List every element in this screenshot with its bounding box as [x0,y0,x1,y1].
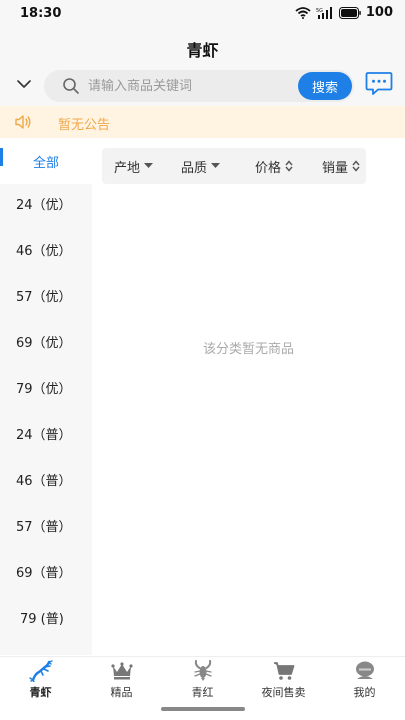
user-icon [355,661,374,679]
category-item[interactable]: 69（优） [0,318,92,364]
speaker-icon [15,115,31,129]
category-item[interactable]: 57（优） [0,272,92,318]
filter-bar: 产地 品质 价格 销量 [102,148,366,184]
filter-origin[interactable]: 产地 [114,148,154,184]
category-label: 79 (普) [20,611,64,627]
search-icon [63,78,79,94]
category-label: 57（普） [16,519,72,535]
filter-quality[interactable]: 品质 [181,148,221,184]
page-title: 青虾 [186,41,219,60]
search-box: 搜索 [44,70,354,102]
category-item[interactable]: 46（优） [0,226,92,272]
filter-label: 产地 [114,160,141,176]
filter-label: 销量 [322,160,349,176]
search-input[interactable] [88,70,288,102]
battery-level: 100 [365,5,393,20]
lobster-icon [28,660,53,682]
message-icon[interactable] [365,71,393,97]
battery-icon [338,6,361,19]
search-button[interactable]: 搜索 [298,72,352,100]
active-indicator [0,148,3,166]
status-icons: 5G 100 [295,5,393,20]
category-label: 24（优） [16,197,72,213]
category-label: 46（普） [16,473,72,489]
category-label: 69（优） [16,335,72,351]
tab-shrimp[interactable]: 青虾 [0,657,81,701]
filter-price[interactable]: 价格 [255,148,293,184]
category-label: 全部 [32,155,59,171]
category-item[interactable]: 79 (普) [0,594,92,640]
caret-down-icon [144,163,154,168]
status-time: 18:30 [20,6,62,21]
chevron-down-icon[interactable] [15,75,33,93]
tab-label: 青虾 [29,686,52,699]
empty-state-text: 该分类暂无商品 [202,342,294,357]
category-label: 24（普） [16,427,72,443]
cart-icon [273,662,294,680]
tab-label: 我的 [353,686,376,699]
sort-icon [285,160,293,172]
notice-bar: 暂无公告 [0,106,405,138]
tab-red-shrimp[interactable]: 青红 [162,657,243,701]
filter-label: 价格 [255,160,282,176]
category-item-all[interactable]: 全部 [0,138,92,184]
category-label: 57（优） [16,289,72,305]
crown-icon [110,662,133,680]
status-bar: 18:30 5G 100 [0,0,405,28]
filter-sales[interactable]: 销量 [322,148,360,184]
category-item[interactable]: 24（优） [0,180,92,226]
tab-label: 青红 [191,686,214,699]
sort-icon [352,160,360,172]
tab-label: 夜间售卖 [261,686,306,699]
caret-down-icon [211,163,221,168]
category-item[interactable]: 57（普） [0,502,92,548]
category-item[interactable]: 79（优） [0,364,92,410]
tab-premium[interactable]: 精品 [81,657,162,701]
category-sidebar: 全部 24（优） 46（优） 57（优） 69（优） 79（优） 24（普） 4… [0,138,92,655]
category-label: 69（普） [16,565,72,581]
category-item[interactable]: 46（普） [0,456,92,502]
signal-icon: 5G [316,6,332,19]
home-indicator [161,707,245,711]
wifi-icon [295,6,311,19]
search-row: 搜索 [0,66,405,106]
filter-label: 品质 [181,160,208,176]
tab-night-sale[interactable]: 夜间售卖 [243,657,324,701]
category-item[interactable]: 69（普） [0,548,92,594]
crayfish-icon [193,660,212,681]
tab-mine[interactable]: 我的 [324,657,405,701]
tab-label: 精品 [110,686,133,699]
category-label: 46（优） [16,243,72,259]
notice-text: 暂无公告 [58,118,111,133]
nav-bar: 青虾 [0,28,405,66]
category-label: 79（优） [16,381,72,397]
category-item[interactable]: 24（普） [0,410,92,456]
